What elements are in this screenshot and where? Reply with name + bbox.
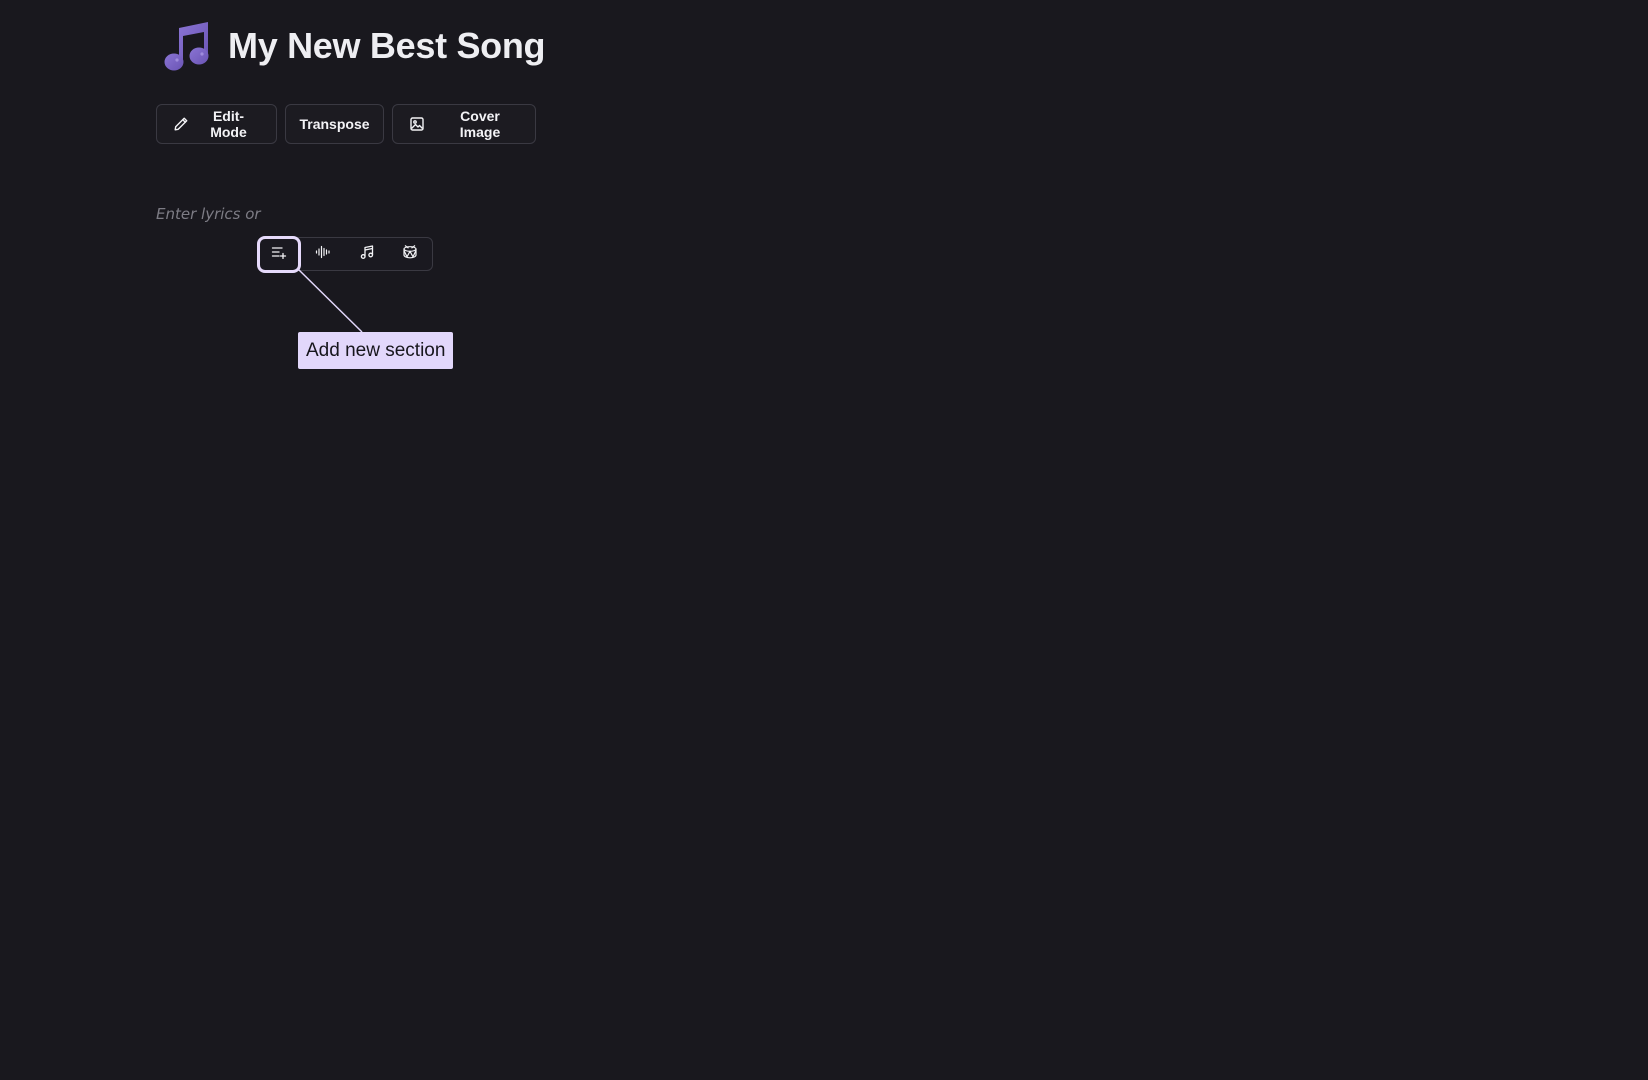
edit-mode-label: Edit-Mode	[210, 108, 247, 140]
add-drum-button[interactable]	[389, 237, 432, 271]
song-toolbar: Edit-Mode Transpose Cover Image	[156, 104, 536, 144]
music-note-icon	[160, 18, 216, 74]
list-plus-icon	[271, 245, 287, 264]
waveform-icon	[315, 245, 331, 264]
add-section-tooltip: Add new section	[298, 332, 454, 369]
transpose-label: Transpose	[299, 116, 370, 132]
tooltip-connector-line	[297, 268, 363, 333]
music-notes-icon	[359, 244, 375, 265]
song-editor-page: My New Best Song Edit-Mode Transpose Cov…	[0, 0, 1648, 1080]
cover-image-button[interactable]: Cover Image	[392, 104, 536, 144]
lyrics-editor-placeholder[interactable]: Enter lyrics or	[156, 205, 261, 223]
add-section-button[interactable]	[257, 235, 301, 273]
add-chords-button[interactable]	[345, 237, 388, 271]
song-title[interactable]: My New Best Song	[228, 28, 546, 64]
cover-image-label: Cover Image	[459, 108, 501, 140]
insert-toolbar	[257, 235, 433, 273]
add-audio-button[interactable]	[302, 237, 345, 271]
drum-icon	[402, 244, 418, 265]
pencil-icon	[173, 116, 189, 132]
transpose-button[interactable]: Transpose	[285, 104, 384, 144]
edit-mode-button[interactable]: Edit-Mode	[156, 104, 277, 144]
image-icon	[409, 116, 425, 132]
song-header: My New Best Song	[160, 18, 546, 74]
